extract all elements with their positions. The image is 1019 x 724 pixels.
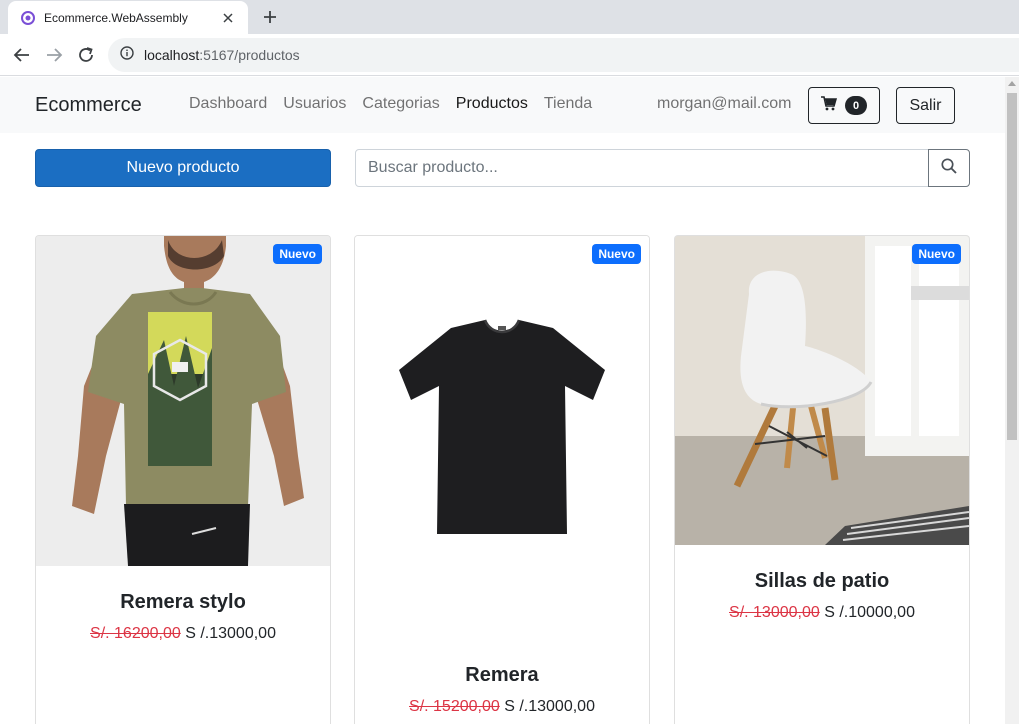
- url-text: localhost:5167/productos: [144, 47, 300, 63]
- search-input[interactable]: [355, 149, 929, 187]
- new-badge: Nuevo: [592, 244, 641, 264]
- search-button[interactable]: [928, 149, 970, 187]
- new-tab-icon[interactable]: [258, 6, 282, 28]
- address-bar[interactable]: localhost:5167/productos: [108, 38, 1019, 72]
- page-scrollbar[interactable]: [1005, 77, 1019, 724]
- back-icon[interactable]: [10, 43, 34, 67]
- browser-tab[interactable]: Ecommerce.WebAssembly: [8, 1, 248, 34]
- close-tab-icon[interactable]: [218, 8, 238, 28]
- page-viewport: Ecommerce Dashboard Usuarios Categorias …: [0, 77, 1005, 724]
- product-old-price: S/. 13000,00: [729, 604, 820, 621]
- nav-link-tienda[interactable]: Tienda: [544, 95, 592, 113]
- scrollbar-thumb[interactable]: [1007, 93, 1017, 440]
- product-image-black-tshirt: [355, 236, 649, 640]
- cart-icon: [821, 95, 838, 116]
- product-old-price: S/. 15200,00: [409, 698, 500, 715]
- product-card[interactable]: Nuevo Remera stylo S/. 16200,00 S /.1300…: [35, 235, 331, 724]
- nav-link-categorias[interactable]: Categorias: [362, 95, 439, 113]
- product-price-row: S/. 15200,00 S /.13000,00: [355, 698, 649, 716]
- cart-count-badge: 0: [845, 96, 867, 115]
- product-name: Sillas de patio: [754, 570, 890, 592]
- site-info-icon[interactable]: [120, 45, 134, 65]
- product-price-row: S/. 13000,00 S /.10000,00: [675, 604, 969, 622]
- nav-link-dashboard[interactable]: Dashboard: [189, 95, 267, 113]
- forward-icon[interactable]: [42, 43, 66, 67]
- tab-title: Ecommerce.WebAssembly: [44, 10, 188, 25]
- nav-links: Dashboard Usuarios Categorias Productos …: [189, 95, 608, 113]
- reload-icon[interactable]: [74, 43, 98, 67]
- product-name: Remera stylo: [120, 591, 246, 613]
- browser-tabstrip: Ecommerce.WebAssembly: [0, 0, 1019, 34]
- app-navbar: Ecommerce Dashboard Usuarios Categorias …: [0, 77, 1005, 133]
- product-price-row: S/. 16200,00 S /.13000,00: [36, 625, 330, 643]
- product-image-man-olive-tshirt: [36, 236, 330, 566]
- product-card[interactable]: Nuevo Remera S/. 15200,00 S /.13000,00: [354, 235, 650, 724]
- user-email: morgan@mail.com: [657, 95, 792, 112]
- product-old-price: S/. 16200,00: [90, 625, 181, 642]
- new-product-button[interactable]: Nuevo producto: [35, 149, 331, 187]
- url-host: localhost: [144, 47, 200, 63]
- product-price: S /.10000,00: [824, 604, 915, 621]
- scroll-up-arrow-icon[interactable]: [1008, 81, 1016, 86]
- blazor-favicon-icon: [20, 10, 36, 26]
- nav-link-productos[interactable]: Productos: [456, 95, 528, 113]
- product-image-white-chair: [675, 236, 969, 545]
- search-icon: [941, 157, 957, 179]
- cart-button[interactable]: 0: [808, 87, 880, 124]
- nav-link-usuarios[interactable]: Usuarios: [283, 95, 346, 113]
- logout-button[interactable]: Salir: [896, 87, 955, 124]
- product-price: S /.13000,00: [185, 625, 276, 642]
- new-badge: Nuevo: [912, 244, 961, 264]
- product-card[interactable]: Nuevo Sillas de patio S/. 13000,00 S /.1…: [674, 235, 970, 724]
- product-price: S /.13000,00: [504, 698, 595, 715]
- url-path: :5167/productos: [199, 47, 300, 63]
- product-name: Remera: [465, 664, 539, 686]
- brand-link[interactable]: Ecommerce: [35, 94, 142, 117]
- browser-toolbar: localhost:5167/productos: [0, 34, 1019, 76]
- new-badge: Nuevo: [273, 244, 322, 264]
